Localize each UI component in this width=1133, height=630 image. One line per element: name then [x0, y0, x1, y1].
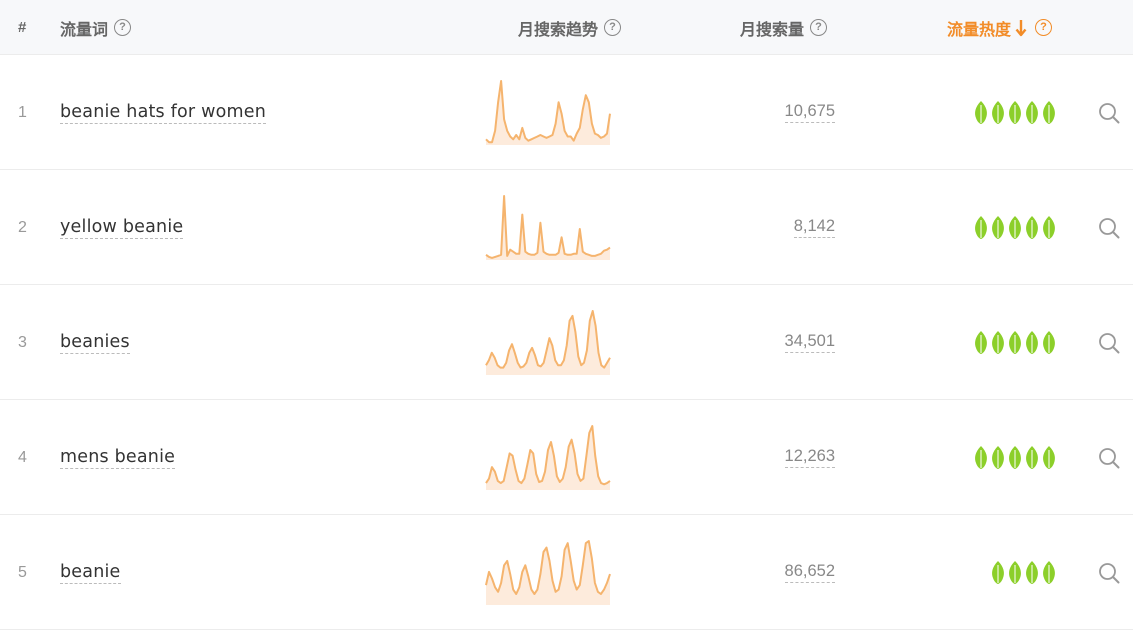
keyword-link[interactable]: beanie hats for women	[60, 102, 266, 124]
search-icon[interactable]	[1098, 285, 1120, 400]
leaf-icon	[1026, 331, 1038, 354]
header-volume[interactable]: 月搜索量 ?	[740, 0, 828, 55]
table-header: # 流量词 ? 月搜索趋势 ? 月搜索量 ? 流量热度 ?	[0, 0, 1133, 55]
table-row: 2 yellow beanie 8,142	[0, 170, 1133, 285]
leaf-icon	[1009, 216, 1021, 239]
leaf-icon	[1009, 331, 1021, 354]
volume-value[interactable]: 86,652	[784, 562, 835, 583]
volume-cell: 86,652	[784, 515, 835, 630]
sparkline-chart	[485, 79, 611, 145]
table-row: 1 beanie hats for women 10,675	[0, 55, 1133, 170]
volume-cell: 34,501	[784, 285, 835, 400]
header-trend: 月搜索趋势 ?	[518, 0, 622, 55]
leaf-icon	[992, 331, 1004, 354]
volume-help-icon[interactable]: ?	[810, 19, 828, 36]
leaf-icon	[992, 446, 1004, 469]
leaf-icon	[992, 561, 1004, 584]
leaf-icon	[1043, 216, 1055, 239]
volume-cell: 12,263	[784, 400, 835, 515]
leaf-icon	[1043, 331, 1055, 354]
keyword-help-icon[interactable]: ?	[114, 19, 132, 36]
keyword-link[interactable]: yellow beanie	[60, 217, 184, 239]
keyword-table: # 流量词 ? 月搜索趋势 ? 月搜索量 ? 流量热度 ? 1 beanie ha…	[0, 0, 1133, 630]
keyword-cell: beanie	[60, 515, 121, 630]
search-icon[interactable]	[1098, 515, 1120, 630]
heat-rating	[990, 515, 1057, 630]
trend-help-icon[interactable]: ?	[604, 19, 622, 36]
trend-sparkline	[482, 170, 614, 285]
volume-value[interactable]: 10,675	[784, 102, 835, 123]
leaf-icon	[992, 216, 1004, 239]
heat-rating	[973, 285, 1057, 400]
leaf-icon	[1026, 446, 1038, 469]
keyword-link[interactable]: beanie	[60, 562, 121, 584]
header-rank: #	[18, 19, 27, 36]
trend-sparkline	[482, 285, 614, 400]
rank-number: 5	[18, 563, 27, 581]
search-icon[interactable]	[1098, 170, 1120, 285]
search-icon[interactable]	[1098, 55, 1120, 170]
volume-value[interactable]: 34,501	[784, 332, 835, 353]
volume-value[interactable]: 12,263	[784, 447, 835, 468]
leaf-icon	[1026, 216, 1038, 239]
leaf-icon	[1043, 446, 1055, 469]
heat-rating	[973, 55, 1057, 170]
keyword-cell: yellow beanie	[60, 170, 184, 285]
keyword-link[interactable]: beanies	[60, 332, 130, 354]
table-row: 4 mens beanie 12,263	[0, 400, 1133, 515]
header-heat-sort[interactable]: 流量热度 ?	[947, 0, 1053, 55]
leaf-icon	[975, 216, 987, 239]
leaf-icon	[975, 101, 987, 124]
rank-number: 2	[18, 218, 27, 236]
rank-number: 4	[18, 448, 27, 466]
table-row: 3 beanies 34,501	[0, 285, 1133, 400]
leaf-icon	[1009, 101, 1021, 124]
sparkline-chart	[485, 424, 611, 490]
leaf-icon	[1026, 101, 1038, 124]
leaf-icon	[975, 331, 987, 354]
heat-rating	[973, 170, 1057, 285]
search-icon[interactable]	[1098, 400, 1120, 515]
volume-cell: 8,142	[793, 170, 835, 285]
trend-sparkline	[482, 515, 614, 630]
trend-sparkline	[482, 400, 614, 515]
keyword-cell: beanie hats for women	[60, 55, 266, 170]
leaf-icon	[1009, 561, 1021, 584]
leaf-icon	[975, 446, 987, 469]
arrow-down-icon	[1015, 19, 1027, 36]
leaf-icon	[1009, 446, 1021, 469]
table-body: 1 beanie hats for women 10,675 2 yellow bean…	[0, 55, 1133, 630]
heat-help-icon[interactable]: ?	[1035, 19, 1053, 36]
sparkline-chart	[485, 539, 611, 605]
volume-cell: 10,675	[784, 55, 835, 170]
sparkline-chart	[485, 194, 611, 260]
keyword-cell: mens beanie	[60, 400, 176, 515]
rank-number: 3	[18, 333, 27, 351]
rank-number: 1	[18, 103, 27, 121]
volume-value[interactable]: 8,142	[793, 217, 835, 238]
leaf-icon	[1043, 561, 1055, 584]
sparkline-chart	[485, 309, 611, 375]
keyword-cell: beanies	[60, 285, 130, 400]
heat-rating	[973, 400, 1057, 515]
keyword-link[interactable]: mens beanie	[60, 447, 176, 469]
leaf-icon	[1026, 561, 1038, 584]
leaf-icon	[992, 101, 1004, 124]
table-row: 5 beanie 86,652	[0, 515, 1133, 630]
leaf-icon	[1043, 101, 1055, 124]
header-keyword: 流量词 ?	[60, 0, 132, 55]
trend-sparkline	[482, 55, 614, 170]
